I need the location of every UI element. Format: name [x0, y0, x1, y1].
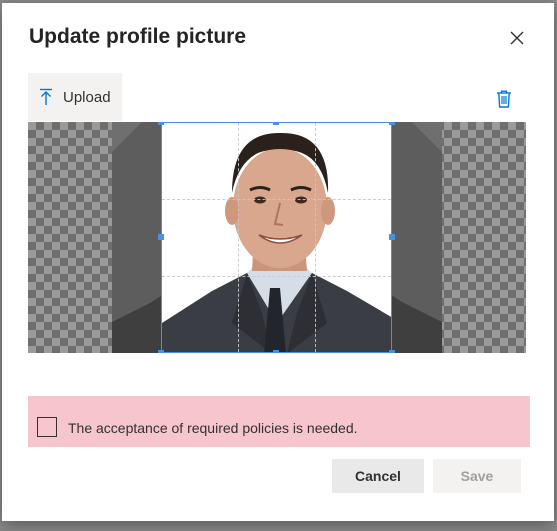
image-crop-area[interactable] — [28, 122, 526, 353]
crop-selection[interactable] — [161, 122, 392, 353]
profile-photo — [162, 123, 391, 352]
upload-arrow-icon — [39, 88, 53, 106]
crop-guide-horizontal — [162, 199, 391, 200]
crop-handle-left[interactable] — [158, 234, 164, 240]
crop-handle-bottom-right[interactable] — [389, 350, 395, 353]
crop-handle-top-right[interactable] — [389, 122, 395, 125]
dialog-title: Update profile picture — [29, 25, 247, 48]
crop-guide-vertical — [238, 123, 239, 352]
cancel-button[interactable]: Cancel — [332, 459, 424, 493]
crop-guide-vertical — [315, 123, 316, 352]
trash-icon — [497, 90, 511, 108]
close-icon — [510, 31, 524, 45]
policy-message: The acceptance of required policies is n… — [68, 420, 358, 436]
crop-handle-top[interactable] — [273, 122, 279, 125]
crop-handle-bottom-left[interactable] — [158, 350, 164, 353]
delete-photo-button[interactable] — [492, 87, 516, 111]
update-profile-picture-dialog: Update profile picture Upload The accept… — [2, 3, 554, 521]
crop-guide-horizontal — [162, 276, 391, 277]
upload-label: Upload — [63, 88, 111, 106]
policy-warning-bar: The acceptance of required policies is n… — [28, 396, 530, 447]
policy-acceptance-checkbox[interactable] — [37, 417, 57, 437]
crop-handle-top-left[interactable] — [158, 122, 164, 125]
crop-handle-bottom[interactable] — [273, 350, 279, 353]
save-button[interactable]: Save — [433, 459, 521, 493]
upload-button[interactable]: Upload — [28, 73, 122, 121]
close-button[interactable] — [506, 27, 528, 49]
crop-handle-right[interactable] — [389, 234, 395, 240]
